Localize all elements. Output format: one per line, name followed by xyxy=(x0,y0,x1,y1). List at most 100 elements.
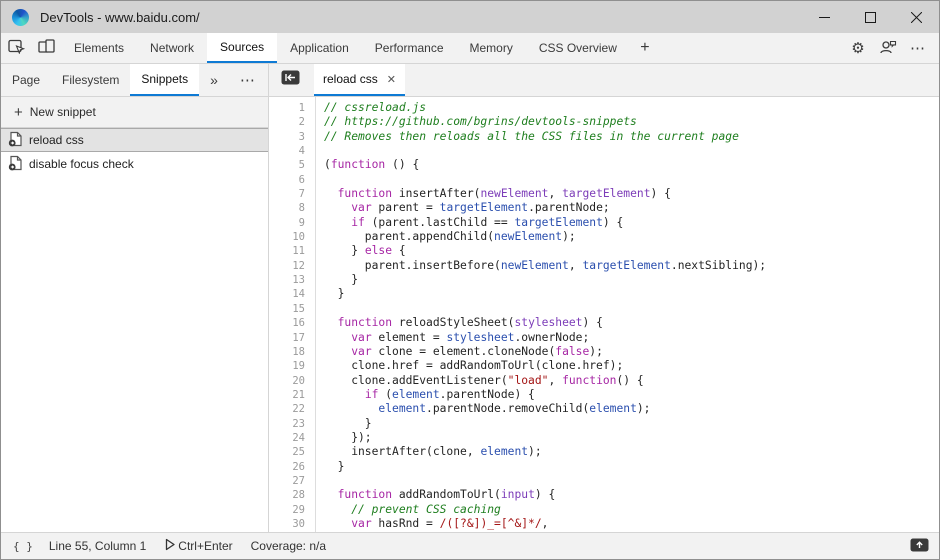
navigator-more-button[interactable]: ⋯ xyxy=(229,64,267,96)
code-line[interactable]: var parent = targetElement.parentNode; xyxy=(324,201,939,215)
more-options-button[interactable]: ⋯ xyxy=(903,39,933,57)
inspect-cursor-icon xyxy=(8,39,25,57)
code-line[interactable]: // cssreload.js xyxy=(324,101,939,115)
tab-memory[interactable]: Memory xyxy=(457,33,526,63)
code-line[interactable]: element.parentNode.removeChild(element); xyxy=(324,402,939,416)
tab-page[interactable]: Page xyxy=(1,64,51,96)
feedback-button[interactable] xyxy=(873,39,903,57)
code-line[interactable]: function insertAfter(newElement, targetE… xyxy=(324,187,939,201)
tab-css-overview[interactable]: CSS Overview xyxy=(526,33,630,63)
code-line[interactable]: function addRandomToUrl(input) { xyxy=(324,488,939,502)
code-line[interactable]: } xyxy=(324,417,939,431)
line-number[interactable]: 16 xyxy=(269,316,315,330)
code-line[interactable]: var hasRnd = /([?&])_=[^&]*/, xyxy=(324,517,939,531)
code-line[interactable] xyxy=(324,144,939,158)
code-line[interactable]: insertAfter(clone, element); xyxy=(324,445,939,459)
line-number[interactable]: 7 xyxy=(269,187,315,201)
tab-filesystem[interactable]: Filesystem xyxy=(51,64,130,96)
code-pane[interactable]: // cssreload.js// https://github.com/bgr… xyxy=(316,97,939,532)
tab-snippets[interactable]: Snippets xyxy=(130,64,199,96)
run-snippet-hint[interactable]: Ctrl+Enter xyxy=(164,538,232,554)
settings-button[interactable]: ⚙ xyxy=(843,39,873,57)
line-number[interactable]: 28 xyxy=(269,488,315,502)
line-number[interactable]: 4 xyxy=(269,144,315,158)
code-line[interactable]: parent.appendChild(newElement); xyxy=(324,230,939,244)
line-number[interactable]: 21 xyxy=(269,388,315,402)
code-line[interactable]: if (parent.lastChild == targetElement) { xyxy=(324,216,939,230)
line-number[interactable]: 9 xyxy=(269,216,315,230)
line-number[interactable]: 6 xyxy=(269,173,315,187)
code-line[interactable]: clone.href = addRandomToUrl(clone.href); xyxy=(324,359,939,373)
close-button[interactable] xyxy=(893,1,939,33)
code-line[interactable]: clone.addEventListener("load", function(… xyxy=(324,374,939,388)
code-line[interactable]: var clone = element.cloneNode(false); xyxy=(324,345,939,359)
code-line[interactable] xyxy=(324,474,939,488)
code-line[interactable]: // prevent CSS caching xyxy=(324,503,939,517)
line-number[interactable]: 15 xyxy=(269,302,315,316)
line-number[interactable]: 25 xyxy=(269,445,315,459)
line-number[interactable]: 29 xyxy=(269,503,315,517)
code-line[interactable]: (function () { xyxy=(324,158,939,172)
window-title: DevTools - www.baidu.com/ xyxy=(40,10,200,25)
line-number[interactable]: 20 xyxy=(269,374,315,388)
tab-close-icon[interactable]: ✕ xyxy=(387,73,396,86)
line-number[interactable]: 23 xyxy=(269,417,315,431)
line-number[interactable]: 30 xyxy=(269,517,315,531)
minimize-button[interactable] xyxy=(801,1,847,33)
tab-performance[interactable]: Performance xyxy=(362,33,457,63)
code-line[interactable]: if (element.parentNode) { xyxy=(324,388,939,402)
code-token: () { xyxy=(385,158,419,171)
pretty-print-icon[interactable]: { } xyxy=(13,540,33,553)
inspect-element-button[interactable] xyxy=(1,33,31,63)
device-emulation-button[interactable] xyxy=(31,33,61,63)
code-line[interactable]: } else { xyxy=(324,244,939,258)
line-number[interactable]: 24 xyxy=(269,431,315,445)
code-line[interactable]: } xyxy=(324,460,939,474)
line-number[interactable]: 19 xyxy=(269,359,315,373)
snippet-item-reload-css[interactable]: reload css xyxy=(1,128,268,152)
line-number[interactable]: 5 xyxy=(269,158,315,172)
line-number[interactable]: 3 xyxy=(269,130,315,144)
line-number[interactable]: 2 xyxy=(269,115,315,129)
line-number[interactable]: 12 xyxy=(269,259,315,273)
line-number[interactable]: 22 xyxy=(269,402,315,416)
line-number[interactable]: 8 xyxy=(269,201,315,215)
line-number[interactable]: 18 xyxy=(269,345,315,359)
line-number[interactable]: 13 xyxy=(269,273,315,287)
line-number[interactable]: 1 xyxy=(269,101,315,115)
code-token: targetElement xyxy=(514,216,602,229)
maximize-button[interactable] xyxy=(847,1,893,33)
code-line[interactable]: // https://github.com/bgrins/devtools-sn… xyxy=(324,115,939,129)
line-number[interactable]: 14 xyxy=(269,287,315,301)
code-line[interactable] xyxy=(324,302,939,316)
tab-network[interactable]: Network xyxy=(137,33,207,63)
code-token: targetElement xyxy=(440,201,528,214)
code-line[interactable] xyxy=(324,173,939,187)
code-token xyxy=(324,402,378,415)
code-line[interactable]: } xyxy=(324,273,939,287)
code-line[interactable]: var element = stylesheet.ownerNode; xyxy=(324,331,939,345)
code-token: , xyxy=(548,187,562,200)
new-snippet-button[interactable]: + New snippet xyxy=(1,97,268,128)
snippet-item-disable-focus-check[interactable]: disable focus check xyxy=(1,152,268,176)
code-line[interactable]: // Removes then reloads all the CSS file… xyxy=(324,130,939,144)
navigator-overflow-button[interactable]: » xyxy=(199,64,229,96)
add-panel-button[interactable]: + xyxy=(630,33,660,63)
editor-tab-strip: reload css ✕ xyxy=(269,64,939,96)
focus-navigator-button[interactable] xyxy=(281,70,300,90)
code-line[interactable]: parent.insertBefore(newElement, targetEl… xyxy=(324,259,939,273)
tab-elements[interactable]: Elements xyxy=(61,33,137,63)
tab-application[interactable]: Application xyxy=(277,33,362,63)
expand-drawer-button[interactable] xyxy=(910,538,929,555)
line-number[interactable]: 10 xyxy=(269,230,315,244)
code-line[interactable]: }); xyxy=(324,431,939,445)
tab-sources[interactable]: Sources xyxy=(207,33,277,63)
line-number[interactable]: 17 xyxy=(269,331,315,345)
code-line[interactable]: } xyxy=(324,287,939,301)
line-number[interactable]: 26 xyxy=(269,460,315,474)
line-number[interactable]: 27 xyxy=(269,474,315,488)
code-line[interactable]: function reloadStyleSheet(stylesheet) { xyxy=(324,316,939,330)
code-token xyxy=(324,316,338,329)
line-number[interactable]: 11 xyxy=(269,244,315,258)
editor-tab-reload-css[interactable]: reload css ✕ xyxy=(314,64,405,96)
